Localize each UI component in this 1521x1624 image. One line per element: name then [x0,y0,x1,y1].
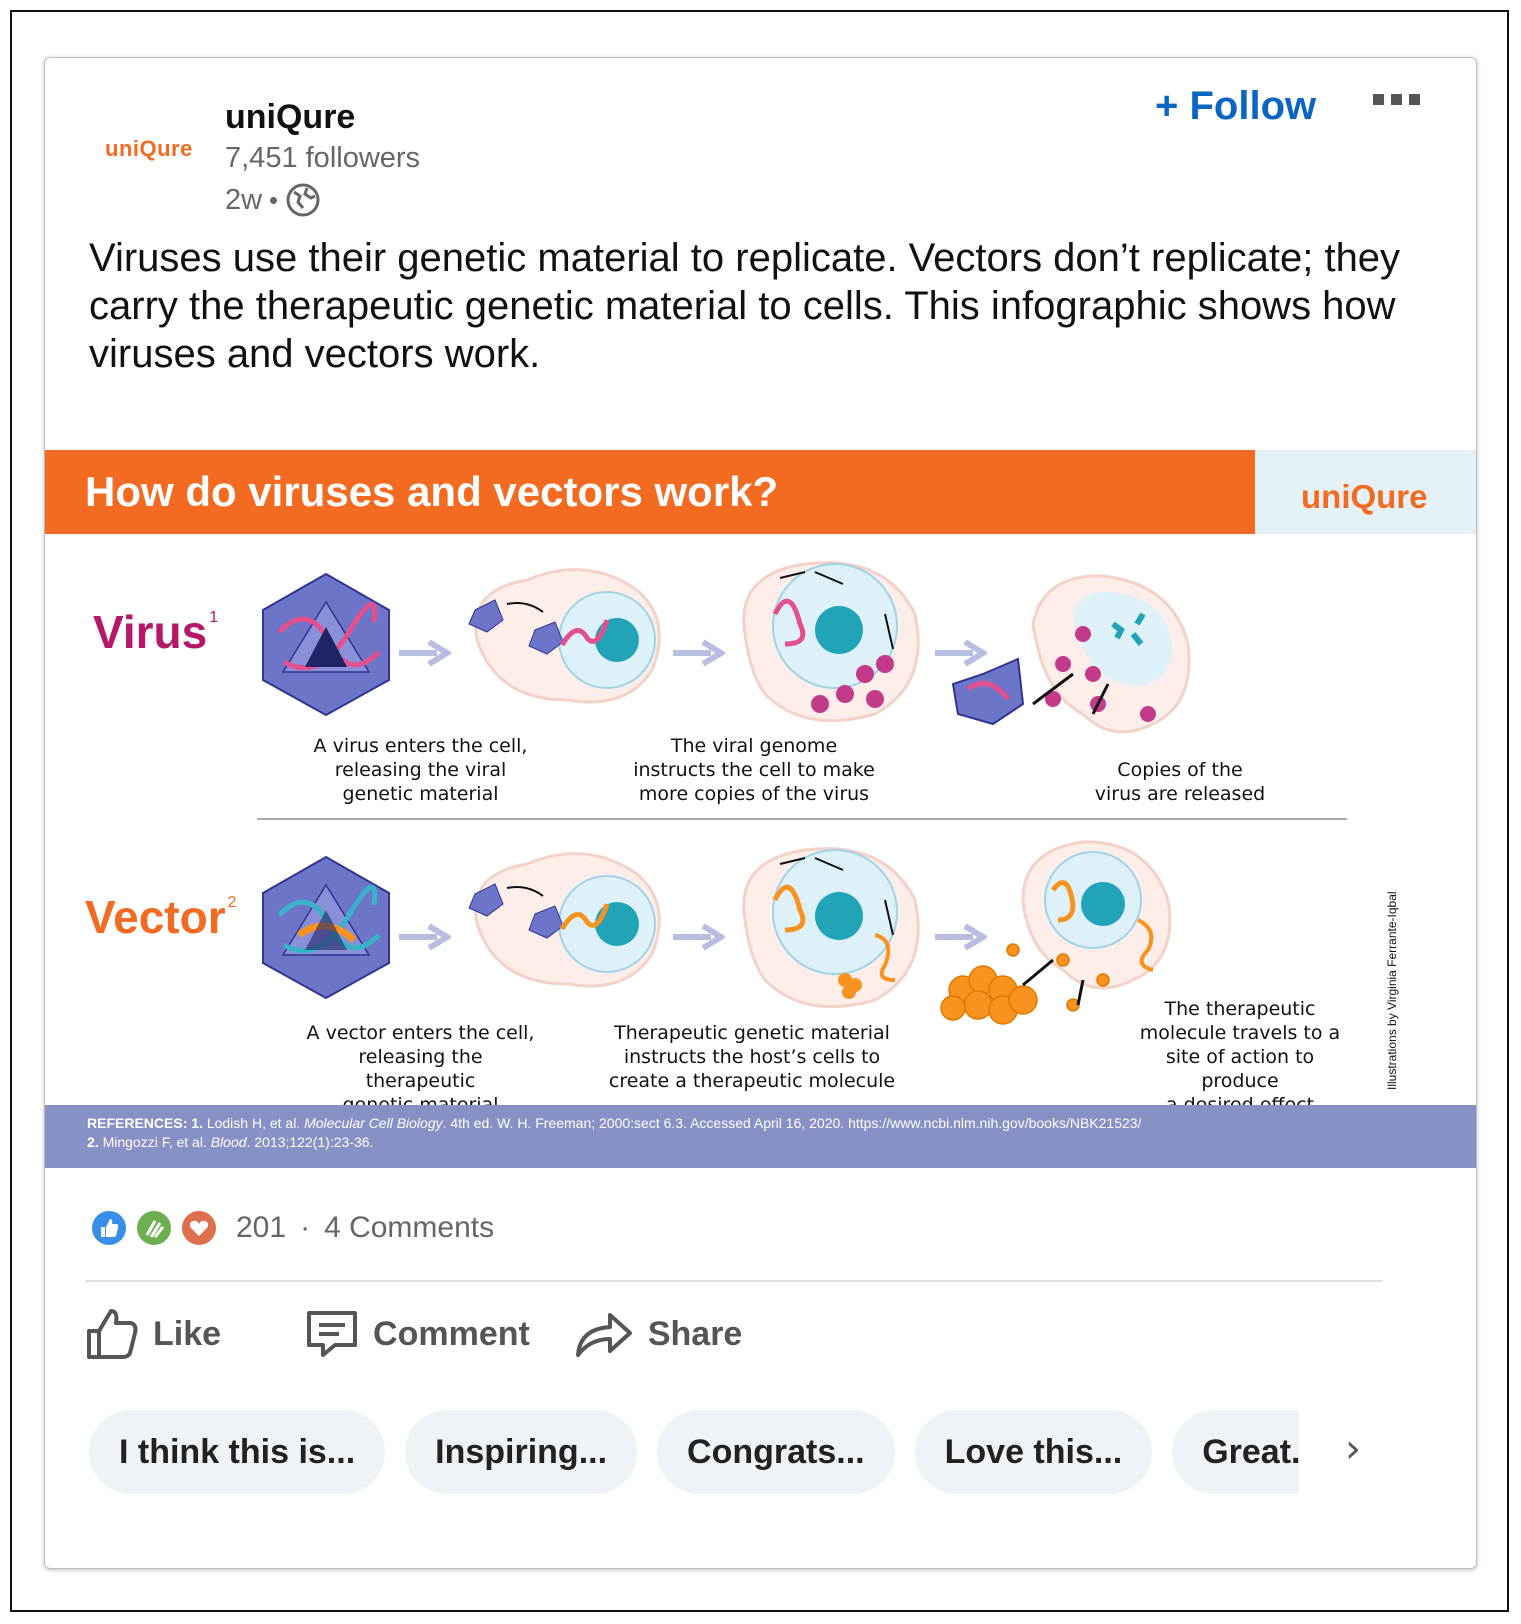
references-bar: REFERENCES: 1. Lodish H, et al. Molecula… [45,1105,1476,1168]
follower-count: 7,451 followers [225,142,421,174]
like-button[interactable]: Like [85,1307,221,1361]
infographic-brand-text: uniQure [1301,478,1428,515]
follow-button[interactable]: + Follow [1155,84,1316,129]
suggestion-chip[interactable]: Love this... [914,1410,1153,1494]
like-label: Like [153,1314,222,1353]
more-options-icon[interactable] [1373,94,1420,105]
infographic[interactable]: How do viruses and vectors work? uniQure… [45,450,1476,1168]
virus-capsid-illustration [262,572,390,717]
post-card: uniQure uniQure 7,451 followers 2w + Fol… [44,57,1477,1569]
vector-capsid-illustration [262,855,390,1000]
infographic-banner: How do viruses and vectors work? [45,450,1255,534]
suggestion-chip[interactable]: Congrats... [657,1410,895,1494]
company-name[interactable]: uniQure [225,98,355,137]
post-age: 2w [225,183,263,216]
arrow-icon [673,639,725,667]
post-text: Viruses use their genetic material to re… [89,236,1401,376]
comment-icon [307,1311,358,1357]
love-icon [179,1208,219,1248]
meta-dot [270,196,278,204]
vector-label: Vector 2 [85,891,237,943]
virus-label: Virus 1 [93,606,219,658]
share-arrow-icon [575,1313,632,1357]
vector-caption-2: Therapeutic genetic material instructs t… [608,1022,896,1092]
reaction-count[interactable]: 201 [236,1211,286,1245]
reference-2: 2. Mingozzi F, et al. Blood. 2013;122(1)… [87,1134,374,1150]
share-button[interactable]: Share [574,1307,743,1361]
comment-label: Comment [373,1314,530,1353]
virus-caption-2: The viral genome instructs the cell to m… [633,735,875,805]
vector-entry-cell-illustration [468,852,661,988]
reference-1: REFERENCES: 1. Lodish H, et al. Molecula… [87,1115,1142,1131]
comment-button[interactable]: Comment [305,1307,530,1361]
thumbs-up-icon [87,1309,138,1359]
globe-icon [286,183,320,217]
virus-replication-cell-illustration [742,561,920,723]
virus-release-cell-illustration [951,574,1191,734]
arrow-icon [399,923,451,951]
vector-caption-3: The therapeutic molecule travels to a si… [1139,998,1341,1116]
infographic-title: How do viruses and vectors work? [85,468,779,515]
like-icon [89,1208,129,1248]
actions-divider [85,1280,1383,1282]
infographic-brand: uniQure [1255,450,1476,534]
reactions-summary[interactable]: 201 · 4 Comments [89,1208,494,1248]
share-label: Share [647,1314,743,1353]
post-actions: Like Comment Share [85,1294,786,1374]
suggestion-chip[interactable]: Inspiring... [405,1410,638,1494]
row-divider [257,818,1347,820]
suggestion-chip[interactable]: Great... [1172,1410,1299,1494]
arrow-icon [399,639,451,667]
reaction-separator: · [300,1211,311,1244]
suggestion-chip[interactable]: I think this is... [89,1410,386,1494]
company-logo[interactable]: uniQure [105,136,193,162]
celebrate-icon [134,1208,174,1248]
vector-expression-cell-illustration [742,847,920,1009]
virus-entry-cell-illustration [468,568,661,704]
vector-caption-1: A vector enters the cell, releasing the … [306,1022,535,1116]
chevron-right-icon[interactable]: › [1345,1426,1361,1472]
illustration-credit: Illustrations by Virginia Ferrante-Iqbal [1385,891,1399,1090]
comments-count-link[interactable]: 4 Comments [324,1211,494,1245]
suggested-comments: I think this is... Inspiring... Congrats… [89,1410,1299,1496]
post-meta: 2w [225,182,321,218]
arrow-icon [673,923,725,951]
virus-caption-1: A virus enters the cell, releasing the v… [313,735,528,805]
virus-caption-3: Copies of the virus are released [1094,759,1266,805]
